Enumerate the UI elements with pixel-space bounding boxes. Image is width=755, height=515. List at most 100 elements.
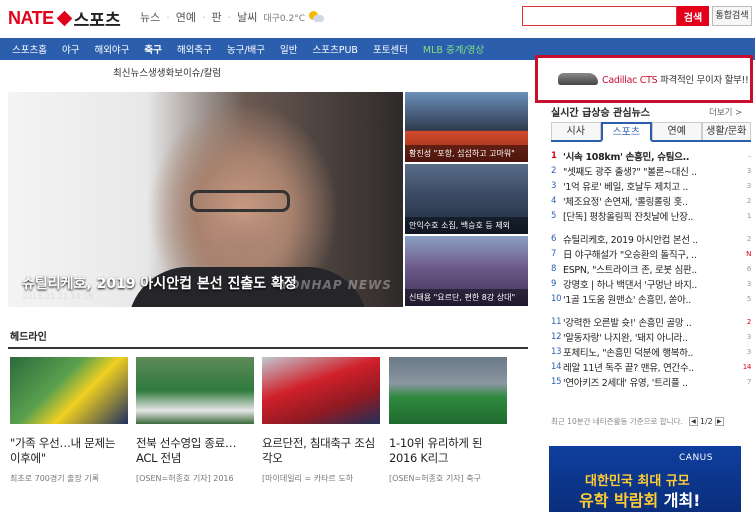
trending-item[interactable]: 4 '체조요정' 손연재, '롤링롤링 홋.. 2 bbox=[551, 193, 751, 208]
main-story-headline[interactable]: 슈틸리케호, 2019 아시안컵 본선 진출도 확정 bbox=[22, 273, 297, 293]
sub-nav: 최신뉴스 생생화보 이슈/칼럼 bbox=[113, 65, 221, 79]
nav-mlb-live[interactable]: MLB 중계/영상 bbox=[423, 42, 484, 56]
headline-card[interactable]: 1-10위 유리하게 된 2016 K리그 [OSEN=허종호 기자] 축구 bbox=[389, 357, 507, 484]
trending-rank-change: 5 bbox=[746, 294, 751, 303]
cadillac-ad-banner[interactable]: Cadillac CTS 파격적인 무이자 할부!! bbox=[535, 55, 753, 103]
section-divider bbox=[8, 347, 528, 349]
trending-item-title[interactable]: '1억 유로' 베일, 호날두 제치고 .. bbox=[563, 179, 729, 193]
trending-item-title[interactable]: '알동자랑' 나지완, '돼지 아니라.. bbox=[563, 330, 729, 344]
tab-sports[interactable]: 스포츠 bbox=[600, 122, 652, 142]
trending-item-title[interactable]: ESPN, "스트라이크 존, 로봇 심판.. bbox=[563, 262, 729, 276]
trending-item-title[interactable]: 日 야구해설가 "오승환의 돌직구, .. bbox=[563, 247, 729, 261]
trending-item[interactable]: 13 포체티노, "손흥민 덕분에 행복하.. 3 bbox=[551, 344, 751, 359]
headline-card-title[interactable]: 요르단전, 침대축구 조심 각오 bbox=[262, 436, 380, 466]
trending-item-title[interactable]: 슈틸리케호, 2019 아시안컵 본선 .. bbox=[563, 232, 729, 246]
side-thumb[interactable]: 안익수호 소집, 백승호 등 제외 bbox=[405, 164, 528, 234]
headline-card-image[interactable] bbox=[136, 357, 254, 424]
trending-item[interactable]: 2 "셋째도 광주 출생?" "볼론~대신 .. 3 bbox=[551, 163, 751, 178]
trending-item[interactable]: 6 슈틸리케호, 2019 아시안컵 본선 .. 2 bbox=[551, 231, 751, 246]
nav-soccer[interactable]: 축구 bbox=[144, 42, 161, 56]
trending-item-title[interactable]: '강력한 오른발 슛!' 손흥민 골망 .. bbox=[563, 315, 729, 329]
headline-card-summary: [OSEN=허종호 기자] 축구 bbox=[389, 474, 481, 483]
headline-card-title[interactable]: "가족 우선…내 문제는 이후에" bbox=[10, 436, 128, 466]
side-thumb-caption: 안익수호 소집, 백승호 등 제외 bbox=[405, 217, 528, 234]
trending-footer: 최근 10분간 네티즌활동 기준으로 합니다. ◀ 1/2 ▶ bbox=[551, 416, 726, 427]
headline-card[interactable]: 요르단전, 침대축구 조심 각오 [마이데일리 = 카타르 도하 bbox=[262, 357, 380, 484]
trending-rank: 9 bbox=[551, 278, 557, 289]
trending-item[interactable]: 5 [단독] 평창올림픽 잔칫날에 난장.. 1 bbox=[551, 208, 751, 223]
trending-item[interactable]: 12 '알동자랑' 나지완, '돼지 아니라.. 3 bbox=[551, 329, 751, 344]
trending-item[interactable]: 3 '1억 유로' 베일, 호날두 제치고 .. 3 bbox=[551, 178, 751, 193]
headline-card-image[interactable] bbox=[389, 357, 507, 424]
trending-rank: 14 bbox=[551, 361, 562, 372]
headline-card-image[interactable] bbox=[10, 357, 128, 424]
trending-item[interactable]: 1 '시속 108km' 손흥민, 슈팀으.. – bbox=[551, 148, 751, 163]
trending-item[interactable]: 11 '강력한 오른발 슛!' 손흥민 골망 .. 2 bbox=[551, 314, 751, 329]
nate-sports-logo[interactable]: NATE 스포츠 bbox=[8, 6, 121, 31]
trending-item[interactable]: 14 레알 11년 독주 끝? 맨유, 연간수.. 14 bbox=[551, 359, 751, 374]
subnav-photos[interactable]: 생생화보 bbox=[148, 65, 183, 79]
nav-general[interactable]: 일반 bbox=[280, 42, 297, 56]
trending-rank: 4 bbox=[551, 195, 557, 206]
trending-list: 1 '시속 108km' 손흥민, 슈팀으.. – 2 "셋째도 광주 출생?" "볼론… bbox=[551, 148, 751, 389]
trending-rank: 5 bbox=[551, 210, 557, 221]
nav-photo-center[interactable]: 포토센터 bbox=[373, 42, 408, 56]
trending-item[interactable]: 9 강명호 | 하나 백댄서 '구멍난 바지.. 3 bbox=[551, 276, 751, 291]
topnav-pann[interactable]: 판 bbox=[212, 9, 222, 25]
topnav-entertainment[interactable]: 연예 bbox=[176, 9, 196, 25]
nav-basketball-volleyball[interactable]: 농구/배구 bbox=[227, 42, 265, 56]
trending-item-title[interactable]: '체조요정' 손연재, '롤링롤링 홋.. bbox=[563, 194, 729, 208]
headline-card[interactable]: "가족 우선…내 문제는 이후에" 최초로 700경기 출장 기록 bbox=[10, 357, 128, 484]
trending-item-title[interactable]: '1골 1도움 원맨쇼' 손흥민, 쏟아.. bbox=[563, 292, 729, 306]
side-thumb[interactable]: 황진성 "포항, 섭섭하고 고마워" bbox=[405, 92, 528, 162]
trending-item-title[interactable]: '시속 108km' 손흥민, 슈팀으.. bbox=[563, 149, 729, 163]
headline-card[interactable]: 전북 선수영입 종료…ACL 전념 [OSEN=허종호 기자] 2016 bbox=[136, 357, 254, 484]
prev-page-icon[interactable]: ◀ bbox=[688, 417, 698, 426]
trending-rank-change: 3 bbox=[746, 166, 751, 175]
subnav-issue-column[interactable]: 이슈/칼럼 bbox=[183, 65, 221, 79]
tab-politics[interactable]: 시사 bbox=[551, 122, 601, 140]
trending-item-title[interactable]: '연아키즈 2세대' 유영, '트리플 .. bbox=[563, 375, 729, 389]
trending-more-link[interactable]: 더보기 > bbox=[709, 106, 742, 118]
total-search-button[interactable]: 통합검색 bbox=[712, 6, 752, 26]
headline-card-title[interactable]: 전북 선수영입 종료…ACL 전념 bbox=[136, 436, 254, 466]
trending-item[interactable]: 8 ESPN, "스트라이크 존, 로봇 심판.. 6 bbox=[551, 261, 751, 276]
weather-temp[interactable]: 대구0.2°C bbox=[263, 11, 305, 24]
trending-item[interactable]: 10'1골 1도움 원맨쇼' 손흥민, 쏟아.. 5 bbox=[551, 291, 751, 306]
tab-life-culture[interactable]: 생활/문화 bbox=[701, 122, 751, 140]
nav-sports-home[interactable]: 스포츠홈 bbox=[12, 42, 47, 56]
search-button[interactable]: 검색 bbox=[677, 6, 709, 26]
trending-rank: 13 bbox=[551, 346, 562, 357]
topnav-news[interactable]: 뉴스 bbox=[140, 9, 160, 25]
trending-rank-change: 2 bbox=[746, 234, 751, 243]
photo-watermark: YONHAP NEWS bbox=[280, 278, 392, 292]
trending-item[interactable]: 15 '연아키즈 2세대' 유영, '트리플 .. 7 bbox=[551, 374, 751, 389]
trending-item-title[interactable]: 포체티노, "손흥민 덕분에 행복하.. bbox=[563, 345, 729, 359]
topnav-weather[interactable]: 날씨 bbox=[237, 9, 257, 25]
trending-group-gap bbox=[551, 223, 751, 231]
side-thumb[interactable]: 신태용 "요르단, 편한 8강 상대" bbox=[405, 236, 528, 306]
trending-rank: 3 bbox=[551, 180, 557, 191]
subnav-latest-news[interactable]: 최신뉴스 bbox=[113, 65, 148, 79]
trending-item-title[interactable]: [단독] 평창올림픽 잔칫날에 난장.. bbox=[563, 209, 729, 223]
trending-item-title[interactable]: 강명호 | 하나 백댄서 '구멍난 바지.. bbox=[563, 277, 729, 291]
next-page-icon[interactable]: ▶ bbox=[714, 417, 724, 426]
trending-item-title[interactable]: 레알 11년 독주 끝? 맨유, 연간수.. bbox=[563, 360, 729, 374]
trending-item[interactable]: 7 日 야구해설가 "오승환의 돌직구, .. N bbox=[551, 246, 751, 261]
main-story-date: 2016.01.21 14:16 bbox=[22, 292, 94, 301]
logo-sports: 스포츠 bbox=[73, 11, 121, 30]
headline-card-image[interactable] bbox=[262, 357, 380, 424]
trending-group-gap bbox=[551, 306, 751, 314]
nav-sports-pub[interactable]: 스포츠PUB bbox=[313, 42, 358, 56]
study-abroad-fair-ad[interactable]: CANUS 대한민국 최대 규모 유학 박람회 개최! bbox=[549, 446, 741, 512]
nav-baseball[interactable]: 야구 bbox=[62, 42, 79, 56]
tab-entertainment[interactable]: 연예 bbox=[652, 122, 702, 140]
car-icon bbox=[558, 73, 598, 85]
search-input[interactable] bbox=[522, 6, 677, 26]
nav-overseas-baseball[interactable]: 해외야구 bbox=[94, 42, 129, 56]
trending-item-title[interactable]: "셋째도 광주 출생?" "볼론~대신 .. bbox=[563, 164, 729, 178]
trending-rank: 8 bbox=[551, 263, 557, 274]
headline-card-title[interactable]: 1-10위 유리하게 된 2016 K리그 bbox=[389, 436, 507, 466]
nav-overseas-soccer[interactable]: 해외축구 bbox=[177, 42, 212, 56]
ad-brand: CANUS bbox=[679, 453, 713, 463]
